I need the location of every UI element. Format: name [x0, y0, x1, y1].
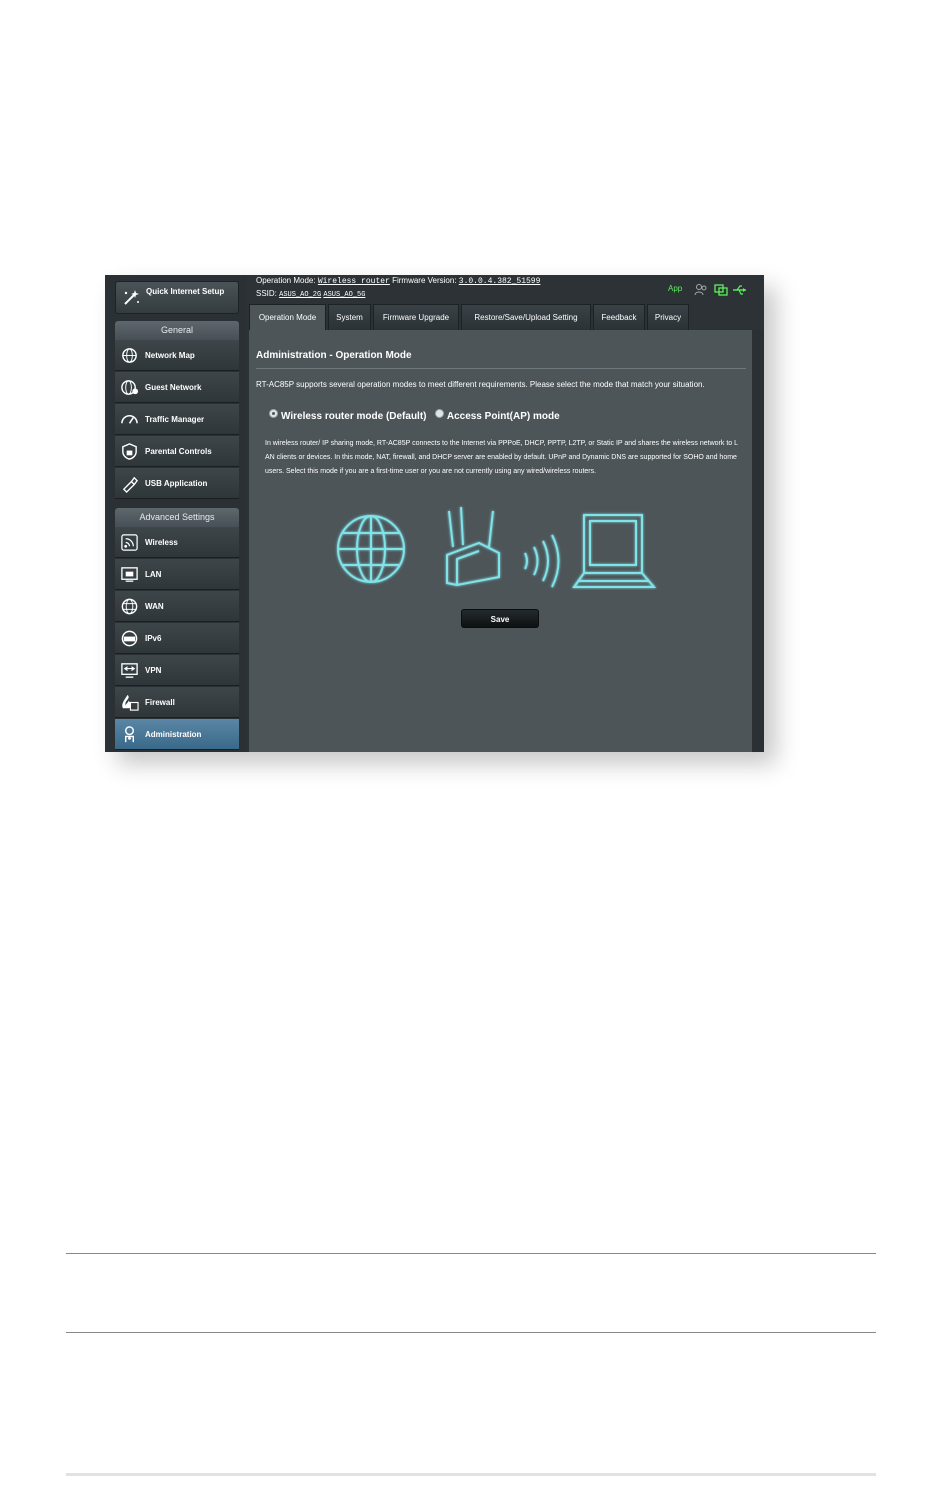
firewall-icon: [122, 694, 139, 711]
internet-status-icon[interactable]: [714, 283, 728, 297]
wireless-router-mode-label: Wireless router mode (Default): [281, 411, 427, 422]
wireless-router-mode-option[interactable]: Wireless router mode (Default): [269, 409, 429, 422]
op-mode-label: Operation Mode:: [256, 276, 316, 285]
sidebar-item-label: IPv6: [145, 634, 162, 643]
router-admin-screenshot: Quick Internet Setup General Network Map…: [105, 275, 764, 752]
sidebar-item-vpn[interactable]: VPN: [115, 655, 239, 686]
traffic-manager-icon: [121, 415, 138, 424]
usb-application-icon: [122, 476, 138, 493]
tab-firmware-upgrade[interactable]: Firmware Upgrade: [373, 304, 459, 330]
wand-icon: [124, 290, 139, 305]
router-icon: [446, 506, 500, 587]
page-rule-top: [66, 1253, 876, 1254]
title-divider: [256, 368, 746, 369]
sidebar-item-usb-application[interactable]: USB Application: [115, 468, 239, 499]
vpn-icon: [121, 663, 138, 678]
tab-system[interactable]: System: [328, 304, 371, 330]
sidebar: Quick Internet Setup General Network Map…: [105, 275, 247, 752]
op-mode-link[interactable]: Wireless router: [318, 277, 390, 286]
tab-privacy[interactable]: Privacy: [647, 304, 689, 330]
laptop-icon: [572, 514, 657, 588]
sidebar-item-label: VPN: [145, 666, 162, 675]
qis-label: Quick Internet Setup: [146, 287, 225, 296]
tab-restore-save-upload[interactable]: Restore/Save/Upload Setting: [461, 304, 591, 330]
tab-operation-mode[interactable]: Operation Mode: [249, 304, 326, 330]
sidebar-item-label: WAN: [145, 602, 164, 611]
wireless-icon: [121, 534, 138, 551]
usb-status-icon[interactable]: [732, 283, 748, 297]
sidebar-item-label: LAN: [145, 570, 162, 579]
access-point-mode-option[interactable]: Access Point(AP) mode: [434, 409, 560, 422]
sidebar-item-label: Guest Network: [145, 383, 202, 392]
header-status-icons: App: [668, 283, 764, 297]
firmware-link[interactable]: 3.0.0.4.382_51599: [459, 277, 541, 286]
advanced-settings-header: Advanced Settings: [115, 508, 239, 527]
main-content: Administration - Operation Mode RT-AC85P…: [249, 330, 752, 752]
ssid-5g-link[interactable]: ASUS_AO_5G: [323, 291, 365, 299]
sidebar-item-parental-controls[interactable]: Parental Controls: [115, 436, 239, 467]
sidebar-item-wan[interactable]: WAN: [115, 591, 239, 622]
sidebar-item-administration[interactable]: Administration: [115, 719, 239, 750]
sidebar-item-lan[interactable]: LAN: [115, 559, 239, 590]
access-point-mode-label: Access Point(AP) mode: [446, 411, 560, 422]
sidebar-item-network-map[interactable]: Network Map: [115, 340, 239, 371]
quick-internet-setup-button[interactable]: Quick Internet Setup: [115, 281, 239, 314]
page-title: Administration - Operation Mode: [256, 350, 412, 361]
router-mode-illustration: [337, 506, 657, 588]
sidebar-item-label: Firewall: [145, 698, 175, 707]
sidebar-item-label: Parental Controls: [145, 447, 212, 456]
app-link[interactable]: App: [668, 284, 682, 293]
sidebar-item-firewall[interactable]: Firewall: [115, 687, 239, 718]
intro-text: RT-AC85P supports several operation mode…: [256, 380, 705, 389]
sidebar-item-guest-network[interactable]: Guest Network: [115, 372, 239, 403]
parental-controls-icon: [122, 443, 137, 460]
page-rule-bottom: [66, 1332, 876, 1333]
mode-radio-group: Wireless router mode (Default) Access Po…: [269, 409, 560, 422]
clients-icon[interactable]: [694, 283, 708, 297]
sidebar-item-wireless[interactable]: Wireless: [115, 527, 239, 558]
wifi-waves-icon: [524, 534, 560, 588]
sidebar-item-label: Wireless: [145, 538, 178, 547]
ssid-2g-link[interactable]: ASUS_AO_2G: [279, 291, 321, 299]
ssid-label: SSID:: [256, 289, 277, 298]
right-frame: [752, 330, 764, 752]
footer-rule: [66, 1473, 876, 1476]
wan-icon: [121, 598, 138, 615]
ipv6-icon: [121, 630, 138, 647]
network-map-icon: [122, 348, 137, 363]
save-button[interactable]: Save: [461, 609, 539, 628]
tab-feedback[interactable]: Feedback: [593, 304, 645, 330]
firmware-label: Firmware Version:: [392, 276, 457, 285]
guest-network-icon: [121, 380, 139, 395]
access-point-radio[interactable]: [434, 409, 444, 418]
sidebar-item-label: Network Map: [145, 351, 195, 360]
wireless-router-radio[interactable]: [269, 409, 278, 418]
sidebar-item-ipv6[interactable]: IPv6: [115, 623, 239, 654]
sidebar-item-label: Traffic Manager: [145, 415, 205, 424]
lan-icon: [121, 567, 138, 582]
sidebar-item-label: USB Application: [145, 479, 208, 488]
globe-icon: [337, 515, 405, 583]
sidebar-item-traffic-manager[interactable]: Traffic Manager: [115, 404, 239, 435]
administration-icon: [124, 726, 135, 743]
sidebar-item-label: Administration: [145, 730, 202, 739]
mode-description: In wireless router/ IP sharing mode, RT-…: [265, 440, 738, 475]
general-header: General: [115, 321, 239, 340]
